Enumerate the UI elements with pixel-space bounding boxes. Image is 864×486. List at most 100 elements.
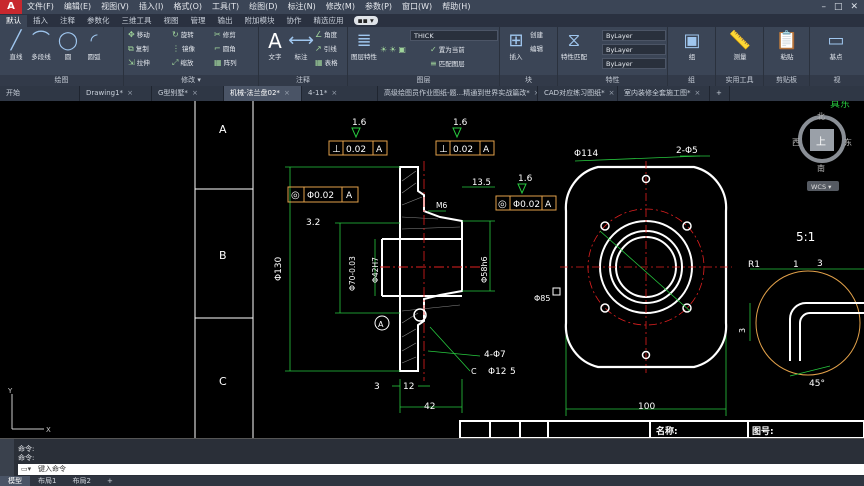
tab-manage[interactable]: 管理	[185, 15, 212, 27]
array-tool[interactable]: ▦ 阵列	[214, 57, 237, 69]
close-tab-icon[interactable]: ×	[609, 86, 615, 101]
close-button[interactable]: ✕	[850, 2, 858, 12]
doc-tab-start[interactable]: 开始	[0, 86, 80, 101]
panel-annotation-title[interactable]: 注释	[259, 75, 347, 86]
tab-options-toggle[interactable]: ▪▪ ▾	[353, 16, 378, 25]
menu-insert[interactable]: 插入(I)	[134, 0, 169, 14]
group-button[interactable]: ▣ 组	[678, 29, 706, 62]
layout-tab-1[interactable]: 布局1	[30, 476, 64, 486]
edit-block-button[interactable]: 编辑	[530, 43, 543, 55]
move-tool[interactable]: ✥ 移动	[128, 29, 150, 41]
new-tab-button[interactable]: +	[710, 86, 730, 101]
minimize-button[interactable]: –	[821, 2, 826, 12]
layer-state-icons[interactable]: ☀ ☀ ▣	[380, 44, 408, 56]
svg-text:上: 上	[816, 136, 826, 148]
add-layout-button[interactable]: +	[99, 476, 121, 486]
doc-tab[interactable]: 高级绘图员作业图纸-题...精通到世界实战篇改*×	[378, 86, 538, 101]
stretch-tool[interactable]: ⇲ 拉伸	[128, 57, 150, 69]
menu-format[interactable]: 格式(O)	[168, 0, 207, 14]
doc-tab[interactable]: G型别墅* ×	[152, 86, 224, 101]
panel-block-title[interactable]: 块	[500, 75, 557, 86]
tab-3d-tools[interactable]: 三维工具	[116, 15, 158, 27]
tab-default[interactable]: 默认	[0, 15, 27, 27]
match-properties-button[interactable]: ⧖ 特性匹配	[560, 29, 588, 62]
arc-tool[interactable]: ◜ 圆弧	[80, 29, 108, 62]
menu-edit[interactable]: 编辑(E)	[59, 0, 96, 14]
menu-modify[interactable]: 修改(M)	[321, 0, 360, 14]
app-logo[interactable]: A	[0, 0, 22, 14]
menu-tools[interactable]: 工具(T)	[207, 0, 244, 14]
insert-block-button[interactable]: ⊞ 插入	[502, 29, 530, 62]
mirror-tool[interactable]: ⋮ 镜像	[172, 43, 195, 55]
text-tool[interactable]: A 文字	[261, 29, 289, 62]
tab-annotate[interactable]: 注释	[54, 15, 81, 27]
menu-file[interactable]: 文件(F)	[22, 0, 59, 14]
rotate-tool[interactable]: ↻ 旋转	[172, 29, 194, 41]
doc-tab-active[interactable]: 机械-法兰盘02* ×	[224, 86, 302, 101]
menu-help[interactable]: 帮助(H)	[437, 0, 475, 14]
panel-view-title[interactable]: 视	[810, 75, 864, 86]
close-tab-icon[interactable]: ×	[695, 86, 701, 101]
svg-text:4-Φ7: 4-Φ7	[484, 350, 506, 360]
menu-dimension[interactable]: 标注(N)	[283, 0, 321, 14]
tab-collaborate[interactable]: 协作	[281, 15, 308, 27]
panel-groups-title[interactable]: 组	[668, 75, 715, 86]
drawing-canvas[interactable]: A B C Y X ⊥ 0.02 A 1.6 ⊥ 0.02 A 1.6 ◎ Φ0…	[0, 101, 864, 438]
lineweight-dropdown[interactable]: ByLayer	[602, 58, 666, 69]
tab-featured-apps[interactable]: 精选应用	[308, 15, 350, 27]
menu-parametric[interactable]: 参数(P)	[360, 0, 397, 14]
svg-text:Φ70-0.03: Φ70-0.03	[348, 256, 357, 291]
menu-view[interactable]: 视图(V)	[96, 0, 134, 14]
color-dropdown[interactable]: ByLayer	[602, 30, 666, 41]
polyline-tool[interactable]: ⌒ 多段线	[26, 29, 56, 62]
base-view-button[interactable]: ▭ 基点	[822, 29, 850, 62]
command-icon[interactable]: ▭▾	[21, 464, 31, 475]
dimension-tool[interactable]: ⟷ 标注	[287, 29, 315, 62]
match-layer-button[interactable]: ≡ 匹配图层	[430, 58, 465, 70]
menu-draw[interactable]: 绘图(D)	[244, 0, 282, 14]
stretch-icon: ⇲	[128, 58, 135, 67]
fillet-tool[interactable]: ⌐ 圆角	[214, 43, 236, 55]
panel-layers-title[interactable]: 图层	[348, 75, 499, 86]
doc-tab[interactable]: 室内装修全套施工图* ×	[618, 86, 710, 101]
panel-modify-title[interactable]: 修改 ▾	[124, 75, 258, 86]
close-tab-icon[interactable]: ×	[192, 86, 198, 101]
panel-utilities-title[interactable]: 实用工具	[716, 75, 763, 86]
tab-view[interactable]: 视图	[158, 15, 185, 27]
viewcube[interactable]: 上 北 南 东 西 WCS ▾	[792, 112, 852, 191]
panel-clipboard-title[interactable]: 剪贴板	[764, 75, 809, 86]
close-tab-icon[interactable]: ×	[284, 86, 290, 101]
maximize-button[interactable]: □	[834, 2, 843, 12]
close-tab-icon[interactable]: ×	[127, 86, 133, 101]
table-tool[interactable]: ▦ 表格	[315, 57, 338, 69]
layer-properties-button[interactable]: ≣ 图层特性	[350, 29, 378, 62]
panel-draw-title[interactable]: 绘图	[0, 75, 123, 86]
layer-dropdown[interactable]: THICK	[410, 30, 498, 41]
doc-tab[interactable]: 4-11* ×	[302, 86, 378, 101]
menu-window[interactable]: 窗口(W)	[397, 0, 437, 14]
linetype-dropdown[interactable]: ByLayer	[602, 44, 666, 55]
measure-button[interactable]: 📏 测量	[726, 29, 754, 62]
copy-tool[interactable]: ⧉ 复制	[128, 43, 149, 55]
tab-insert[interactable]: 插入	[27, 15, 54, 27]
leader-tool[interactable]: ↗ 引线	[315, 43, 337, 55]
command-input[interactable]: ▭▾ 键入命令	[18, 464, 864, 475]
layout-tab-model[interactable]: 模型	[0, 476, 30, 486]
arc-icon: ◜	[90, 30, 98, 51]
set-current-button[interactable]: ✓ 置为当前	[430, 44, 465, 56]
trim-tool[interactable]: ✂ 修剪	[214, 29, 236, 41]
tab-parametric[interactable]: 参数化	[81, 15, 116, 27]
paste-button[interactable]: 📋 粘贴	[773, 29, 801, 62]
doc-tab[interactable]: Drawing1* ×	[80, 86, 152, 101]
close-tab-icon[interactable]: ×	[331, 86, 337, 101]
svg-text:1: 1	[793, 260, 799, 270]
angle-tool[interactable]: ∠ 角度	[315, 29, 337, 41]
tab-output[interactable]: 输出	[212, 15, 239, 27]
panel-properties-title[interactable]: 特性	[558, 75, 667, 86]
scale-tool[interactable]: ⤢ 缩放	[172, 57, 193, 69]
create-block-button[interactable]: 创建	[530, 29, 543, 41]
layout-tab-2[interactable]: 布局2	[64, 476, 98, 486]
doc-tab[interactable]: CAD对应练习图纸* ×	[538, 86, 618, 101]
circle-tool[interactable]: ◯ 圆	[54, 29, 82, 62]
tab-addins[interactable]: 附加模块	[239, 15, 281, 27]
